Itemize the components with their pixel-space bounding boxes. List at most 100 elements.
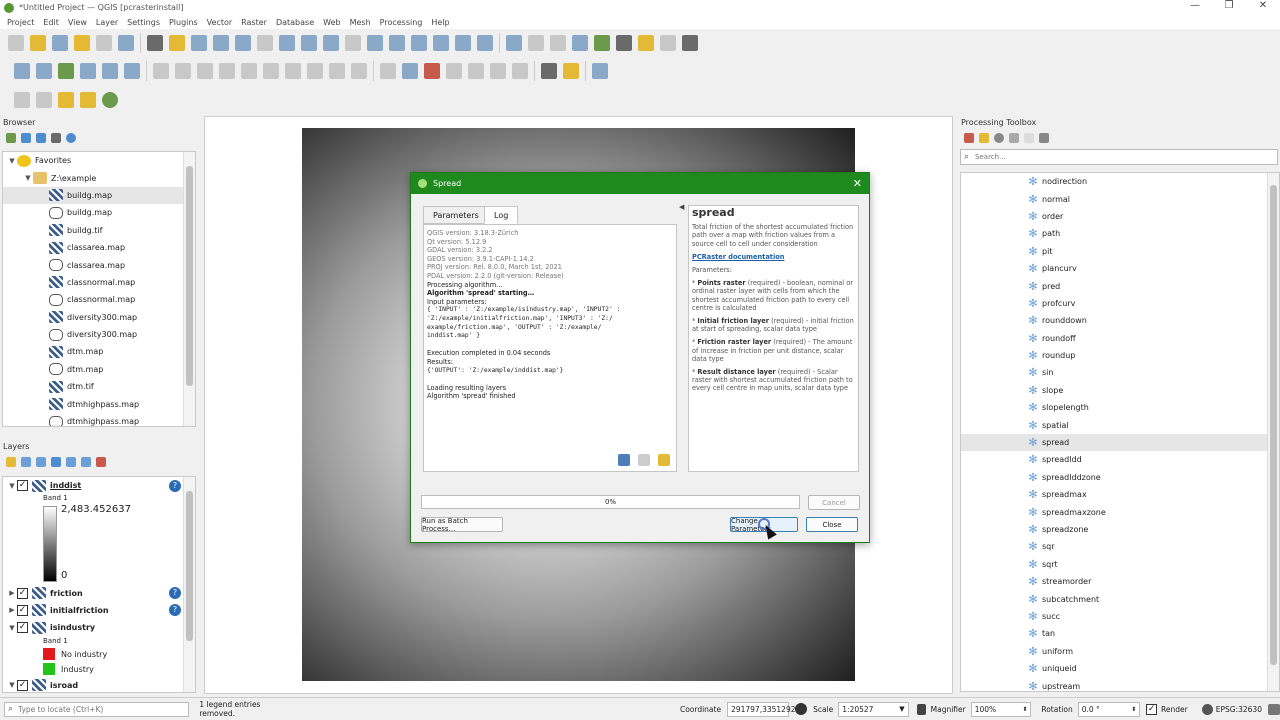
- filter-browser-icon[interactable]: [36, 132, 46, 143]
- menu-web[interactable]: Web: [323, 18, 340, 27]
- browser-item[interactable]: dtmhighpass.map: [3, 413, 195, 426]
- new-geopackage-icon[interactable]: [36, 63, 52, 79]
- toolbox-item-succ[interactable]: ✻ succ: [961, 608, 1279, 625]
- browser-tree[interactable]: ▼ Favorites ▼ Z:\example buildg.map buildg.ma…: [2, 151, 196, 427]
- help-contents-icon[interactable]: [592, 63, 608, 79]
- layer-visibility-checkbox[interactable]: ✓: [17, 587, 28, 599]
- layer-initialfriction[interactable]: ▶ ✓ initialfriction ?: [3, 602, 195, 619]
- toolbox-item-uniform[interactable]: ✻ uniform: [961, 643, 1279, 660]
- layer-inddist[interactable]: ▼ ✓ inddist ?: [3, 477, 195, 494]
- browser-item[interactable]: classnormal.map: [3, 274, 195, 291]
- layer-visibility-checkbox[interactable]: ✓: [17, 622, 28, 634]
- menu-raster[interactable]: Raster: [241, 18, 267, 27]
- toolbox-search[interactable]: ⌕: [960, 149, 1278, 165]
- select-features-icon[interactable]: [660, 35, 676, 51]
- toolbox-item-subcatchment[interactable]: ✻ subcatchment: [961, 590, 1279, 607]
- spinner-icon[interactable]: ⬍: [1022, 706, 1027, 713]
- menu-edit[interactable]: Edit: [43, 18, 59, 27]
- layer-visibility-checkbox[interactable]: ✓: [17, 480, 28, 492]
- layout-manager-icon[interactable]: [96, 35, 112, 51]
- zoom-selection-icon[interactable]: [257, 35, 273, 51]
- new-virtual-layer-icon[interactable]: [124, 63, 140, 79]
- log-output[interactable]: QGIS version: 3.18.3-Zürich Qt version: 5…: [423, 224, 677, 472]
- menu-settings[interactable]: Settings: [127, 18, 160, 27]
- menu-plugins[interactable]: Plugins: [169, 18, 198, 27]
- style-manager-icon[interactable]: [118, 35, 134, 51]
- new-3d-view-icon[interactable]: [389, 35, 405, 51]
- toolbox-scrollbar[interactable]: [1267, 173, 1279, 691]
- undo-icon[interactable]: [329, 63, 345, 79]
- pan-icon[interactable]: [147, 35, 163, 51]
- layer-isroad[interactable]: ▼ ✓ isroad: [3, 677, 195, 692]
- copy-features-icon[interactable]: [285, 63, 301, 79]
- lock-icon[interactable]: [916, 703, 926, 715]
- remove-layer-icon[interactable]: [96, 457, 106, 467]
- browser-item[interactable]: dtmhighpass.map: [3, 395, 195, 412]
- close-window-button[interactable]: ✕: [1246, 0, 1280, 11]
- options-icon[interactable]: [1039, 132, 1049, 143]
- toolbox-item-spreadzone[interactable]: ✻ spreadzone: [961, 521, 1279, 538]
- open-layer-styling-icon[interactable]: [6, 457, 16, 467]
- copy-log-icon[interactable]: [638, 454, 650, 466]
- zoom-out-icon[interactable]: [213, 35, 229, 51]
- bookmark-icon[interactable]: [411, 35, 427, 51]
- toolbox-item-pit[interactable]: ✻ pit: [961, 243, 1279, 260]
- measure-icon[interactable]: [616, 35, 632, 51]
- coordinate-field[interactable]: 291797,3351292: [727, 701, 796, 717]
- toolbox-item-nodirection[interactable]: ✻ nodirection: [961, 173, 1279, 190]
- pan-to-selection-icon[interactable]: [169, 35, 185, 51]
- toolbox-item-profcurv[interactable]: ✻ profcurv: [961, 295, 1279, 312]
- expand-isroad-icon[interactable]: ▼: [7, 681, 17, 689]
- browser-item[interactable]: dtm.map: [3, 343, 195, 360]
- toolbox-item-spatial[interactable]: ✻ spatial: [961, 416, 1279, 433]
- toggle-editing-icon[interactable]: [153, 63, 169, 79]
- layer-visibility-checkbox[interactable]: ✓: [17, 604, 28, 616]
- new-map-view-icon[interactable]: [367, 35, 383, 51]
- toolbox-item-spreadlddzone[interactable]: ✻ spreadlddzone: [961, 469, 1279, 486]
- locator-bar[interactable]: ⌕: [4, 701, 190, 717]
- save-edits-icon[interactable]: [175, 63, 191, 79]
- browser-item[interactable]: classnormal.map: [3, 291, 195, 308]
- browser-item[interactable]: buildg.map: [3, 204, 195, 221]
- zoom-last-icon[interactable]: [323, 35, 339, 51]
- collapse-all-layers-icon[interactable]: [81, 457, 91, 467]
- layer-warning-icon[interactable]: ?: [169, 604, 181, 617]
- layer-isindustry[interactable]: ▼ ✓ isindustry: [3, 619, 195, 636]
- toolbox-item-tan[interactable]: ✻ tan: [961, 625, 1279, 642]
- temporal-controller-icon[interactable]: [455, 35, 471, 51]
- crs-globe-icon[interactable]: [1201, 703, 1213, 715]
- history-icon[interactable]: [994, 132, 1004, 143]
- map-tips-icon[interactable]: [638, 35, 654, 51]
- close-button[interactable]: Close: [806, 517, 858, 532]
- expand-all-icon[interactable]: [66, 457, 76, 467]
- menu-vector[interactable]: Vector: [207, 18, 233, 27]
- tab-log[interactable]: Log: [484, 206, 519, 224]
- toolbox-item-normal[interactable]: ✻ normal: [961, 190, 1279, 207]
- toolbox-item-slope[interactable]: ✻ slope: [961, 382, 1279, 399]
- label-move-icon[interactable]: [468, 63, 484, 79]
- data-source-manager-icon[interactable]: [14, 63, 30, 79]
- label-tool-icon[interactable]: [380, 63, 396, 79]
- toolbox-item-sqr[interactable]: ✻ sqr: [961, 538, 1279, 555]
- label-highlight-icon[interactable]: [424, 63, 440, 79]
- paste-features-icon[interactable]: [307, 63, 323, 79]
- collapse-help-icon[interactable]: ◀: [679, 203, 684, 211]
- identify-icon[interactable]: [506, 35, 522, 51]
- label-show-icon[interactable]: [446, 63, 462, 79]
- zoom-next-icon[interactable]: [345, 35, 361, 51]
- pcraster-icon[interactable]: [541, 63, 557, 79]
- toolbox-item-plancurv[interactable]: ✻ plancurv: [961, 260, 1279, 277]
- toolbox-item-upstream[interactable]: ✻ upstream: [961, 677, 1279, 691]
- menu-processing[interactable]: Processing: [380, 18, 423, 27]
- browser-item[interactable]: diversity300.map: [3, 309, 195, 326]
- refresh-icon[interactable]: [477, 35, 493, 51]
- menu-project[interactable]: Project: [7, 18, 34, 27]
- toolbox-item-slopelength[interactable]: ✻ slopelength: [961, 399, 1279, 416]
- toolbox-item-roundup[interactable]: ✻ roundup: [961, 347, 1279, 364]
- menu-layer[interactable]: Layer: [96, 18, 118, 27]
- menu-view[interactable]: View: [68, 18, 87, 27]
- open-project-icon[interactable]: [30, 35, 46, 51]
- toolbox-search-input[interactable]: [975, 153, 1256, 161]
- expand-arrow-icon[interactable]: ▼: [23, 174, 33, 182]
- spinner-icon[interactable]: ⬍: [1131, 706, 1136, 713]
